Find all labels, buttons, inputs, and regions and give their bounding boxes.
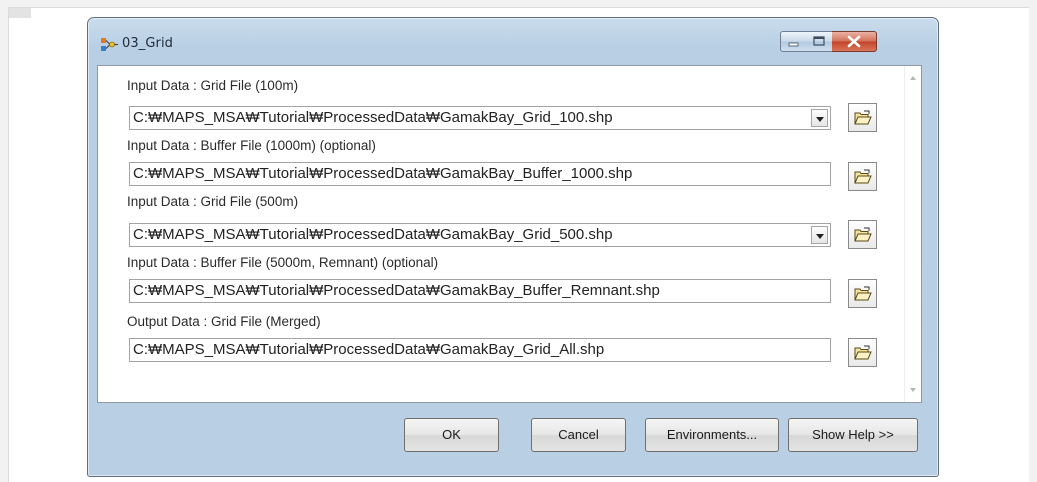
corner-tab	[9, 8, 31, 18]
close-button[interactable]	[832, 31, 877, 52]
cancel-button[interactable]: Cancel	[531, 418, 626, 452]
output-grid-browse-button[interactable]	[848, 338, 877, 367]
tool-dialog: 03_Grid Input Data : Grid File (100m) C:…	[87, 17, 939, 477]
open-folder-icon	[854, 286, 872, 301]
grid-500-label: Input Data : Grid File (500m)	[127, 194, 299, 209]
buffer-remnant-browse-button[interactable]	[848, 279, 877, 308]
chevron-down-icon[interactable]	[811, 109, 828, 127]
open-folder-icon	[854, 169, 872, 184]
minimize-icon	[788, 42, 799, 47]
ok-button[interactable]: OK	[404, 418, 499, 452]
buffer-1000-browse-button[interactable]	[848, 162, 877, 191]
close-icon	[847, 35, 861, 48]
parameters-panel: Input Data : Grid File (100m) C:₩MAPS_MS…	[97, 65, 922, 403]
grid-500-browse-button[interactable]	[848, 220, 877, 249]
buffer-remnant-value: C:₩MAPS_MSA₩Tutorial₩ProcessedData₩Gamak…	[133, 282, 660, 299]
buffer-remnant-label: Input Data : Buffer File (5000m, Remnant…	[127, 255, 439, 270]
buffer-1000-value: C:₩MAPS_MSA₩Tutorial₩ProcessedData₩Gamak…	[133, 165, 633, 182]
buffer-remnant-input[interactable]: C:₩MAPS_MSA₩Tutorial₩ProcessedData₩Gamak…	[129, 279, 831, 303]
grid-100-label: Input Data : Grid File (100m)	[127, 78, 299, 93]
show-help-button[interactable]: Show Help >>	[788, 418, 918, 452]
environments-button[interactable]: Environments...	[645, 418, 779, 452]
grid-100-value: C:₩MAPS_MSA₩Tutorial₩ProcessedData₩Gamak…	[133, 109, 613, 126]
buffer-1000-input[interactable]: C:₩MAPS_MSA₩Tutorial₩ProcessedData₩Gamak…	[129, 162, 831, 186]
window-title: 03_Grid	[122, 36, 174, 51]
output-grid-label: Output Data : Grid File (Merged)	[127, 314, 321, 329]
maximize-icon	[813, 36, 825, 46]
maximize-button[interactable]	[806, 31, 833, 52]
chevron-down-icon[interactable]	[811, 226, 828, 244]
vertical-scrollbar[interactable]	[904, 66, 921, 402]
grid-500-combo[interactable]: C:₩MAPS_MSA₩Tutorial₩ProcessedData₩Gamak…	[129, 223, 831, 247]
scroll-down-icon[interactable]	[910, 388, 916, 392]
output-grid-input[interactable]: C:₩MAPS_MSA₩Tutorial₩ProcessedData₩Gamak…	[129, 338, 831, 362]
buffer-1000-label: Input Data : Buffer File (1000m) (option…	[127, 138, 376, 153]
minimize-button[interactable]	[780, 31, 807, 52]
grid-500-value: C:₩MAPS_MSA₩Tutorial₩ProcessedData₩Gamak…	[133, 226, 613, 243]
scroll-up-icon[interactable]	[910, 76, 916, 80]
grid-100-combo[interactable]: C:₩MAPS_MSA₩Tutorial₩ProcessedData₩Gamak…	[129, 106, 831, 130]
output-grid-value: C:₩MAPS_MSA₩Tutorial₩ProcessedData₩Gamak…	[133, 341, 605, 358]
model-tool-icon	[101, 37, 118, 53]
open-folder-icon	[854, 110, 872, 125]
open-folder-icon	[854, 345, 872, 360]
open-folder-icon	[854, 227, 872, 242]
grid-100-browse-button[interactable]	[848, 103, 877, 132]
